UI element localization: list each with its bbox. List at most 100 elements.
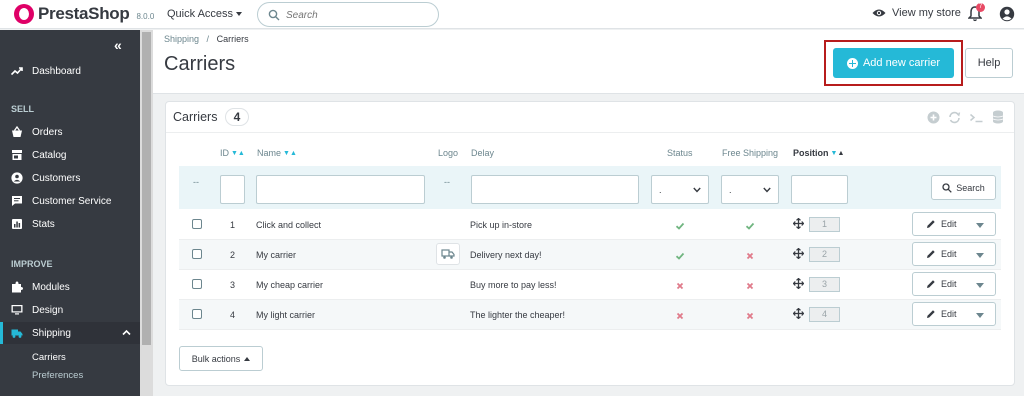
- sidebar-item-modules[interactable]: Modules: [0, 276, 140, 298]
- col-header-id[interactable]: ID ▼▲: [220, 148, 245, 158]
- caret-up-icon: [244, 356, 251, 361]
- edit-button-label[interactable]: Edit: [941, 309, 957, 319]
- sidebar-item-stats[interactable]: Stats: [0, 213, 140, 235]
- free-shipping-disabled-icon[interactable]: [745, 308, 755, 320]
- filter-delay-input[interactable]: [471, 175, 639, 204]
- add-icon[interactable]: [927, 111, 940, 124]
- sidebar-item-label: Modules: [32, 281, 70, 293]
- drag-handle-icon[interactable]: [793, 248, 804, 259]
- sidebar-item-customer-service[interactable]: Customer Service: [0, 190, 140, 212]
- chart-icon: [12, 219, 22, 229]
- edit-button-group[interactable]: Edit: [912, 242, 996, 266]
- quick-access-dropdown[interactable]: Quick Access: [167, 8, 243, 20]
- add-new-carrier-button[interactable]: Add new carrier: [833, 48, 954, 78]
- caret-down-icon[interactable]: [976, 223, 984, 228]
- table-row[interactable]: 1 Click and collect Pick up in-store 1 Edit: [179, 210, 1001, 240]
- breadcrumb-parent[interactable]: Shipping: [164, 34, 199, 44]
- sidebar-subitem-preferences[interactable]: Preferences: [32, 370, 83, 381]
- caret-down-icon[interactable]: [976, 253, 984, 258]
- sidebar-item-dashboard[interactable]: Dashboard: [0, 60, 140, 82]
- view-store-link[interactable]: View my store: [872, 7, 961, 19]
- scrollbar-thumb[interactable]: [142, 32, 151, 345]
- cell-delay: Pick up in-store: [470, 220, 533, 230]
- caret-down-icon[interactable]: [976, 313, 984, 318]
- prestashop-logo-icon: [14, 4, 34, 24]
- database-icon[interactable]: [992, 110, 1004, 124]
- edit-button-label[interactable]: Edit: [941, 249, 957, 259]
- col-header-delay: Delay: [471, 148, 495, 158]
- drag-handle-icon[interactable]: [793, 278, 804, 289]
- truck-icon: [11, 329, 23, 338]
- plus-circle-icon: [846, 57, 858, 69]
- status-enabled-icon[interactable]: [675, 218, 685, 230]
- table-row[interactable]: 4 My light carrier The lighter the cheaper…: [179, 300, 1001, 330]
- filter-position-input[interactable]: [791, 175, 848, 204]
- section-improve: IMPROVE: [11, 259, 53, 269]
- page-title: Carriers: [164, 53, 236, 75]
- help-button[interactable]: Help: [965, 48, 1013, 78]
- filter-logo-dash: --: [444, 177, 450, 187]
- edit-button-group[interactable]: Edit: [912, 272, 996, 296]
- free-shipping-enabled-icon[interactable]: [745, 218, 755, 230]
- caret-down-icon[interactable]: [976, 283, 984, 288]
- cell-id: 4: [230, 310, 236, 320]
- sidebar-item-design[interactable]: Design: [0, 299, 140, 321]
- edit-button-label[interactable]: Edit: [941, 279, 957, 289]
- free-shipping-disabled-icon[interactable]: [745, 248, 755, 260]
- edit-button-group[interactable]: Edit: [912, 212, 996, 236]
- table-row[interactable]: 2 My carrier Delivery next day! 2 Edit: [179, 240, 1001, 270]
- trending-up-icon: [11, 67, 23, 76]
- status-enabled-icon[interactable]: [675, 248, 685, 260]
- sql-query-icon[interactable]: [969, 111, 984, 124]
- drag-handle-icon[interactable]: [793, 218, 804, 229]
- row-checkbox[interactable]: [192, 279, 202, 289]
- sidebar-subitem-carriers[interactable]: Carriers: [32, 352, 66, 363]
- row-checkbox[interactable]: [192, 219, 202, 229]
- collapse-sidebar-icon[interactable]: «: [114, 37, 122, 53]
- account-icon[interactable]: [999, 6, 1015, 22]
- sidebar-scrollbar[interactable]: [140, 30, 153, 396]
- status-disabled-icon[interactable]: [675, 278, 685, 290]
- free-shipping-disabled-icon[interactable]: [745, 278, 755, 290]
- person-icon: [11, 172, 23, 184]
- row-checkbox[interactable]: [192, 249, 202, 259]
- status-disabled-icon[interactable]: [675, 308, 685, 320]
- sidebar-item-orders[interactable]: Orders: [0, 121, 140, 143]
- breadcrumb-separator: /: [206, 34, 210, 44]
- sort-icon[interactable]: ▼▲: [831, 150, 845, 157]
- edit-button-label[interactable]: Edit: [941, 219, 957, 229]
- refresh-icon[interactable]: [948, 111, 961, 124]
- brand-logo[interactable]: PrestaShop 8.0.0: [14, 4, 154, 24]
- search-box[interactable]: [257, 2, 439, 27]
- sort-icon[interactable]: ▼▲: [283, 150, 297, 157]
- search-input[interactable]: [286, 7, 426, 23]
- drag-handle-icon[interactable]: [793, 308, 804, 319]
- filter-name-input[interactable]: [256, 175, 425, 204]
- filter-search-button[interactable]: Search: [931, 175, 996, 200]
- sidebar-item-shipping[interactable]: Shipping: [0, 322, 140, 344]
- quick-access-label: Quick Access: [167, 8, 234, 20]
- sidebar-item-customers[interactable]: Customers: [0, 167, 140, 189]
- chevron-down-icon: [693, 187, 701, 193]
- breadcrumb: Shipping / Carriers: [164, 34, 249, 44]
- col-header-position[interactable]: Position ▼▲: [793, 148, 844, 158]
- row-checkbox[interactable]: [192, 309, 202, 319]
- filter-id-input[interactable]: [220, 175, 245, 204]
- sidebar-item-catalog[interactable]: Catalog: [0, 144, 140, 166]
- filter-free-shipping-select[interactable]: .: [721, 175, 779, 204]
- col-header-name[interactable]: Name ▼▲: [257, 148, 297, 158]
- filter-status-select[interactable]: .: [651, 175, 709, 204]
- chevron-up-icon: [122, 329, 131, 336]
- cell-name: Click and collect: [256, 220, 322, 230]
- position-value: 3: [809, 277, 840, 292]
- edit-button-group[interactable]: Edit: [912, 302, 996, 326]
- cell-id: 1: [230, 220, 236, 230]
- search-icon: [942, 182, 952, 193]
- bulk-actions-button[interactable]: Bulk actions: [179, 346, 263, 371]
- chevron-down-icon: [763, 187, 771, 193]
- sort-icon[interactable]: ▼▲: [231, 150, 245, 157]
- cell-id: 3: [230, 280, 236, 290]
- table-row[interactable]: 3 My cheap carrier Buy more to pay less! 3 E…: [179, 270, 1001, 300]
- filter-status-value: .: [659, 185, 662, 195]
- card-toolbar: [927, 110, 1004, 124]
